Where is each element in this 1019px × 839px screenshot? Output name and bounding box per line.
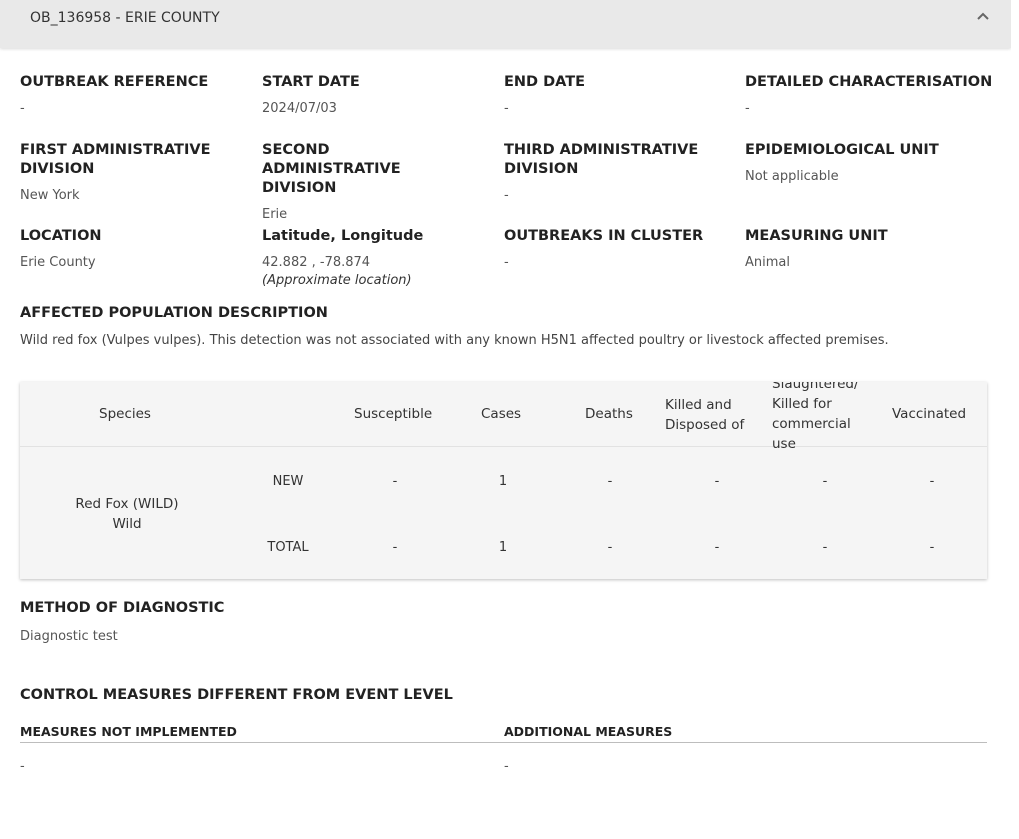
cell-cases: 1 [498,540,508,555]
field-label: EPIDEMIOLOGICAL UNIT [745,142,939,158]
field-start-date: START DATE 2024/07/03 [262,73,494,118]
species-cell: Red Fox (WILD) Wild [20,494,234,534]
cell-deaths: - [607,474,613,489]
field-label: Latitude, Longitude [262,228,424,244]
species-name: Red Fox (WILD) [75,496,179,512]
cell-susceptible: - [392,540,398,555]
outbreak-panel: OB_136958 - ERIE COUNTY OUTBREAK REFEREN… [0,0,1011,839]
affected-population-text: Wild red fox (Vulpes vulpes). This detec… [20,333,889,348]
cell-killed-disposed: - [714,540,720,555]
header-susceptible: Susceptible [354,406,433,422]
additional-measures-label: ADDITIONAL MEASURES [504,724,673,739]
header-slaughtered: Slaughtered/ Killed for commercial use [772,382,859,452]
field-value: - [504,255,509,270]
table-header: Species Susceptible Cases Deaths Killed … [20,382,987,452]
field-label: OUTBREAKS IN CLUSTER [504,228,704,244]
field-lat-long: Latitude, Longitude 42.882 , -78.874 (Ap… [262,227,494,290]
field-label: END DATE [504,74,586,90]
field-end-date: END DATE - [504,73,736,118]
field-value: - [504,101,509,116]
field-label: FIRST ADMINISTRATIVE DIVISION [20,142,211,177]
field-first-admin-division: FIRST ADMINISTRATIVE DIVISION New York [20,141,220,205]
field-value: Animal [745,255,790,270]
field-outbreaks-in-cluster: OUTBREAKS IN CLUSTER - [504,227,736,272]
divider [20,742,987,743]
field-value: 2024/07/03 [262,101,337,116]
field-epidemiological-unit: EPIDEMIOLOGICAL UNIT Not applicable [745,141,995,186]
species-type: Wild [112,516,142,532]
field-value: - [20,101,25,116]
cell-slaughtered: - [822,540,828,555]
cell-vaccinated: - [929,540,935,555]
outbreak-title: OB_136958 - ERIE COUNTY [30,10,220,26]
field-label: SECOND ADMINISTRATIVE DIVISION [262,142,401,196]
affected-population-label: AFFECTED POPULATION DESCRIPTION [20,305,328,321]
field-value: Erie County [20,255,96,270]
field-label: MEASURING UNIT [745,228,888,244]
field-value: 42.882 , -78.874 [262,255,371,270]
field-value: New York [20,188,80,203]
measures-not-implemented-label: MEASURES NOT IMPLEMENTED [20,724,237,739]
species-table: Species Susceptible Cases Deaths Killed … [20,382,987,579]
measures-not-implemented-value: - [20,759,25,774]
cell-deaths: - [607,540,613,555]
field-third-admin-division: THIRD ADMINISTRATIVE DIVISION - [504,141,704,205]
cell-slaughtered: - [822,474,828,489]
header-vaccinated: Vaccinated [892,406,967,422]
cell-cases: 1 [498,474,508,489]
field-value: Not applicable [745,169,839,184]
field-label: START DATE [262,74,360,90]
header-cases: Cases [481,406,522,422]
field-label: LOCATION [20,228,102,244]
control-measures-label: CONTROL MEASURES DIFFERENT FROM EVENT LE… [20,687,453,703]
cell-vaccinated: - [929,474,935,489]
cell-killed-disposed: - [714,474,720,489]
field-label: THIRD ADMINISTRATIVE DIVISION [504,142,699,177]
field-value: - [745,101,750,116]
field-measuring-unit: MEASURING UNIT Animal [745,227,995,272]
field-value: Erie [262,207,288,222]
field-label: OUTBREAK REFERENCE [20,74,209,90]
method-diagnostic-label: METHOD OF DIAGNOSTIC [20,600,225,616]
method-diagnostic-value: Diagnostic test [20,629,118,644]
field-outbreak-reference: OUTBREAK REFERENCE - [20,73,252,118]
header-deaths: Deaths [585,406,633,422]
field-value: - [504,188,509,203]
header-killed-disposed: Killed and Disposed of [665,397,745,433]
header-species: Species [99,406,151,422]
row-type: TOTAL [267,540,309,555]
row-type: NEW [272,474,304,489]
field-location: LOCATION Erie County [20,227,252,272]
field-detailed-characterisation: DETAILED CHARACTERISATION - [745,73,995,118]
field-label: DETAILED CHARACTERISATION [745,74,993,90]
cell-susceptible: - [392,474,398,489]
page-edge [1011,0,1019,839]
field-second-admin-division: SECOND ADMINISTRATIVE DIVISION Erie [262,141,472,224]
approximate-location-note: (Approximate location) [262,273,412,288]
outbreak-header[interactable]: OB_136958 - ERIE COUNTY [0,0,1011,48]
chevron-up-icon[interactable] [974,8,992,26]
additional-measures-value: - [504,759,509,774]
